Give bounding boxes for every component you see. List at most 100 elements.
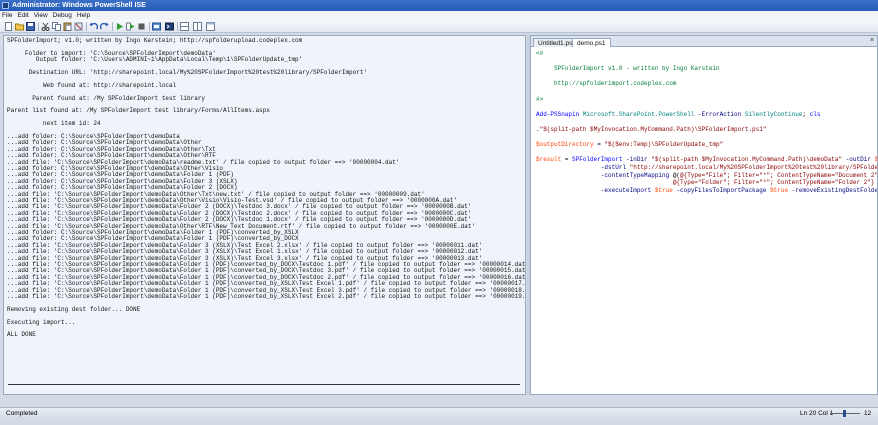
- save-icon[interactable]: [26, 22, 35, 31]
- stop-icon[interactable]: [137, 22, 146, 31]
- menu-debug[interactable]: Debug: [51, 11, 75, 20]
- powershell-ise-window: Administrator: Windows PowerShell ISE Fi…: [0, 0, 878, 425]
- code-line: <#: [536, 50, 543, 57]
- output-line: Executing import...: [7, 318, 76, 326]
- output-line: Parent list found at: /My SPFolderImport…: [7, 107, 270, 115]
- output-line: Web found at: http://sharepoint.local: [7, 81, 177, 89]
- toolbar-separator: [149, 22, 150, 31]
- code-token: "$($env:Temp)\SPFolderUpdate_tmp": [604, 141, 724, 149]
- code-line: Add-PSSnapin Microsoft.SharePoint.PowerS…: [536, 111, 820, 118]
- menu-edit[interactable]: Edit: [15, 11, 31, 20]
- code-token: <#: [536, 50, 544, 57]
- code-token: $true: [770, 186, 789, 194]
- code-token: @{Type="Folder"; Filter="*"; ContentType…: [672, 179, 875, 187]
- window-title: Administrator: Windows PowerShell ISE: [12, 2, 146, 9]
- menu-bar: File Edit View Debug Help: [0, 11, 878, 20]
- powershell-icon[interactable]: [165, 22, 174, 31]
- status-bar: Completed Ln 20 Col 1 12: [0, 407, 878, 419]
- code-line: $outputDirectory = "$($env:Temp)\SPFolde…: [536, 141, 723, 148]
- toolbar-separator: [86, 22, 87, 31]
- close-tab-icon[interactable]: ×: [868, 37, 876, 45]
- code-token: http://spfolderimport.codeplex.com: [536, 80, 677, 88]
- code-token: Add-PSSnapin: [536, 110, 583, 118]
- menu-view[interactable]: View: [32, 11, 51, 20]
- zoom-slider-thumb[interactable]: [843, 410, 846, 417]
- code-token: -ErrorAction: [698, 110, 745, 118]
- toolbar-separator: [38, 22, 39, 31]
- copy-icon[interactable]: [52, 22, 61, 31]
- toolbar-separator: [112, 22, 113, 31]
- cursor-position: Ln 20 Col 1: [800, 410, 834, 417]
- code-token: -dstUrl: [536, 164, 630, 171]
- code-token: $true: [654, 186, 673, 194]
- code-token: ): [874, 179, 877, 186]
- code-token: =: [593, 141, 605, 149]
- run-icon[interactable]: [115, 22, 124, 31]
- undo-icon[interactable]: [89, 22, 98, 31]
- show-script-top-icon[interactable]: [180, 22, 189, 31]
- new-remote-tab-icon[interactable]: [152, 22, 161, 31]
- code-token: -outDir: [842, 156, 875, 164]
- code-token: -executeImport: [536, 186, 655, 194]
- output-line: Parent found at: /My SPFolderImport test…: [7, 94, 206, 102]
- output-pane[interactable]: SPFolderImport; v1.0; written by Ingo Ka…: [3, 35, 526, 395]
- code-token: $outputDirectory: [536, 141, 594, 149]
- script-editor-pane: Untitled1.ps1 demo.ps1 × <# SPFolderImpo…: [530, 35, 878, 395]
- code-line: -dstUrl "http://sharepoint.local/My%20SP…: [536, 164, 878, 171]
- powershell-app-icon: [2, 2, 9, 9]
- code-line: -contentTypeMapping @(@{Type="File"; Fil…: [536, 171, 878, 179]
- run-selection-icon[interactable]: [126, 22, 135, 31]
- code-token: "$(split-path $MyInvocation.MyCommand.Pa…: [539, 126, 767, 133]
- code-line: http://spfolderimport.codeplex.com: [536, 80, 676, 87]
- code-token: -removeExistingDestFolder: [788, 186, 878, 194]
- code-line: #>: [536, 96, 543, 103]
- code-token: @{Type="File"; Filter="*"; ContentTypeNa…: [680, 171, 878, 179]
- code-token: $out: [874, 156, 878, 164]
- code-token: -inDir: [626, 156, 652, 164]
- title-bar[interactable]: Administrator: Windows PowerShell ISE: [0, 0, 878, 11]
- script-code-area[interactable]: <# SPFolderImport v1.0 - written by Ingo…: [531, 47, 878, 394]
- menu-file[interactable]: File: [0, 11, 15, 20]
- output-line: Output folder: 'C:\Users\ADMINI~1\AppDat…: [7, 56, 303, 64]
- tab-demo[interactable]: demo.ps1: [572, 38, 611, 47]
- code-token: -contentTypeMapping: [536, 171, 673, 179]
- code-token: SPFolderImport: [572, 156, 627, 164]
- output-separator-line: [8, 384, 520, 385]
- output-line: ALL DONE: [7, 331, 36, 339]
- open-icon[interactable]: [15, 22, 24, 31]
- output-line: Removing existing dest folder... DONE: [7, 305, 141, 313]
- script-tabs: Untitled1.ps1 demo.ps1 ×: [531, 36, 877, 47]
- code-line: ."$(split-path $MyInvocation.MyCommand.P…: [536, 126, 766, 133]
- output-line: ...add file: 'C:\Source\SPFolderImport\d…: [7, 293, 526, 300]
- code-token: "$(split-path $MyInvocation.MyCommand.Pa…: [651, 156, 843, 164]
- code-token: $result: [536, 156, 562, 164]
- cut-icon[interactable]: [41, 22, 50, 31]
- menu-help[interactable]: Help: [75, 11, 93, 20]
- new-icon[interactable]: [4, 22, 13, 31]
- output-line: next item id: 24: [7, 120, 101, 128]
- paste-icon[interactable]: [63, 22, 72, 31]
- code-line: -executeImport $true -copyFilesToImportP…: [536, 186, 878, 194]
- code-line: SPFolderImport v1.0 - written by Ingo Ka…: [536, 65, 720, 72]
- redo-icon[interactable]: [100, 22, 109, 31]
- code-token: SilentlyContinue: [744, 110, 803, 118]
- show-script-right-icon[interactable]: [193, 22, 202, 31]
- code-token: @(: [672, 171, 681, 179]
- output-line: Destination URL: 'http://sharepoint.loca…: [7, 69, 368, 76]
- code-token: SPFolderImport v1.0 - written by Ingo Ka…: [536, 65, 720, 73]
- code-token: Microsoft.SharePoint.PowerShell: [582, 110, 699, 118]
- code-token: #>: [536, 95, 544, 103]
- code-line: $result = SPFolderImport -inDir "$(split…: [536, 156, 878, 164]
- code-token: =: [561, 156, 573, 164]
- output-line: SPFolderImport; v1.0; written by Ingo Ka…: [7, 37, 303, 44]
- code-token: cls: [809, 110, 821, 118]
- status-text: Completed: [6, 410, 38, 417]
- toolbar: [0, 20, 878, 33]
- code-token: ;: [802, 110, 810, 118]
- show-script-max-icon[interactable]: [206, 22, 215, 31]
- clear-icon[interactable]: [74, 22, 83, 31]
- code-line: @{Type="Folder"; Filter="*"; ContentType…: [536, 179, 877, 187]
- code-token: "http://sharepoint.local/My%20SPFolderIm…: [629, 164, 878, 171]
- toolbar-separator: [177, 22, 178, 31]
